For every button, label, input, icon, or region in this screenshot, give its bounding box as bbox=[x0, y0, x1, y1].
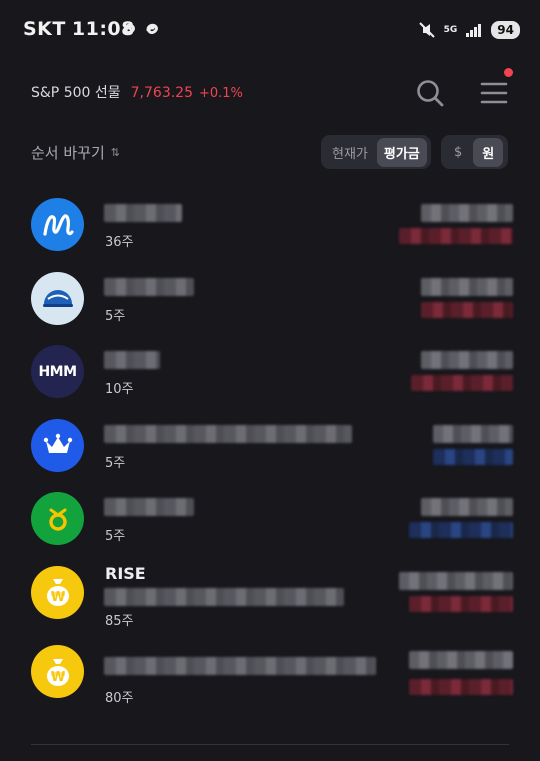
valuation-redacted bbox=[421, 498, 513, 516]
stock-name-redacted bbox=[104, 657, 376, 675]
index-name: S&P 500 선물 bbox=[31, 85, 121, 101]
search-icon bbox=[417, 80, 444, 107]
stock-brand-label: RISE bbox=[105, 563, 146, 583]
thread-icon bbox=[146, 23, 158, 34]
valuation-redacted bbox=[433, 424, 513, 443]
change-redacted bbox=[409, 522, 513, 538]
holding-row[interactable]: 5주 bbox=[0, 484, 540, 558]
battery-level: 94 bbox=[491, 21, 520, 39]
quantity: 36주 bbox=[105, 235, 134, 250]
tab-current-price[interactable]: 현재가 bbox=[325, 138, 375, 167]
stock-name-redacted bbox=[104, 498, 194, 516]
quantity: 85주 bbox=[105, 613, 134, 629]
signal-icon bbox=[466, 24, 482, 37]
index-change: +0.1% bbox=[198, 86, 243, 101]
quantity: 10주 bbox=[105, 382, 134, 397]
holdings-list: 36주 5주 HMM 10주 5주 5주 ₩ RISE 85주 ₩ 80주 bbox=[0, 190, 540, 706]
change-redacted bbox=[409, 595, 513, 612]
holding-row[interactable]: 5주 bbox=[0, 411, 540, 485]
quantity: 5주 bbox=[105, 455, 126, 471]
globe-logo-icon bbox=[31, 271, 84, 325]
price-mode-toggle: 현재가 평가금 bbox=[321, 135, 431, 169]
change-redacted bbox=[421, 301, 513, 318]
valuation-redacted bbox=[421, 204, 513, 222]
stock-name-redacted bbox=[104, 424, 352, 443]
valuation-redacted bbox=[421, 351, 513, 369]
search-button[interactable] bbox=[413, 76, 447, 110]
tab-krw[interactable]: 원 bbox=[473, 137, 504, 167]
stock-name-redacted bbox=[104, 204, 182, 222]
hmm-logo-icon: HMM bbox=[31, 345, 84, 398]
carrier-time: SKT 11:08 bbox=[23, 18, 135, 40]
status-right: 5G 94 bbox=[418, 19, 520, 41]
quantity: 80주 bbox=[105, 691, 134, 706]
valuation-redacted bbox=[399, 571, 513, 590]
svg-text:₩: ₩ bbox=[50, 590, 65, 605]
mute-icon bbox=[418, 22, 435, 38]
stock-name-redacted bbox=[104, 277, 194, 296]
change-redacted bbox=[409, 679, 513, 695]
up-down-arrows-icon: ⇅ bbox=[110, 146, 120, 159]
valuation-redacted bbox=[421, 277, 513, 296]
nu-logo-icon bbox=[31, 198, 84, 251]
carrier-name: SKT bbox=[23, 18, 66, 40]
valuation-redacted bbox=[409, 651, 513, 669]
hmm-logo-text: HMM bbox=[38, 363, 77, 380]
thread-icon bbox=[123, 23, 135, 34]
index-ticker[interactable]: S&P 500 선물 7,763.25 +0.1% bbox=[31, 82, 243, 102]
sort-label: 순서 바꾸기 bbox=[31, 144, 105, 162]
holding-row[interactable]: 5주 bbox=[0, 264, 540, 338]
stock-name-redacted bbox=[104, 351, 160, 369]
divider bbox=[31, 744, 509, 745]
sort-button[interactable]: 순서 바꾸기 ⇅ bbox=[31, 142, 120, 163]
quantity: 5주 bbox=[105, 529, 126, 544]
tab-usd[interactable]: $ bbox=[445, 140, 471, 165]
network-type: 5G bbox=[443, 24, 458, 35]
crown-logo-icon bbox=[31, 418, 84, 472]
holding-row[interactable]: ₩ 80주 bbox=[0, 631, 540, 706]
ring-logo-icon bbox=[31, 492, 84, 545]
change-redacted bbox=[411, 375, 513, 391]
hamburger-icon bbox=[480, 82, 508, 104]
tab-valuation[interactable]: 평가금 bbox=[376, 137, 427, 167]
change-redacted bbox=[433, 448, 513, 465]
index-value: 7,763.25 bbox=[130, 85, 193, 101]
holding-row[interactable]: 36주 bbox=[0, 190, 540, 264]
won-bag-logo-icon: ₩ bbox=[31, 645, 84, 698]
menu-button[interactable] bbox=[477, 68, 513, 110]
change-redacted bbox=[399, 228, 513, 244]
holding-row[interactable]: ₩ RISE 85주 bbox=[0, 558, 540, 632]
stock-name-redacted bbox=[104, 587, 344, 606]
currency-toggle: $ 원 bbox=[441, 135, 508, 169]
notification-dot bbox=[504, 68, 513, 77]
svg-text:₩: ₩ bbox=[50, 670, 65, 685]
won-bag-logo-icon: ₩ bbox=[31, 565, 84, 619]
quantity: 5주 bbox=[105, 308, 126, 324]
holding-row[interactable]: HMM 10주 bbox=[0, 337, 540, 411]
status-bar: SKT 11:08 5G 94 bbox=[0, 0, 540, 60]
